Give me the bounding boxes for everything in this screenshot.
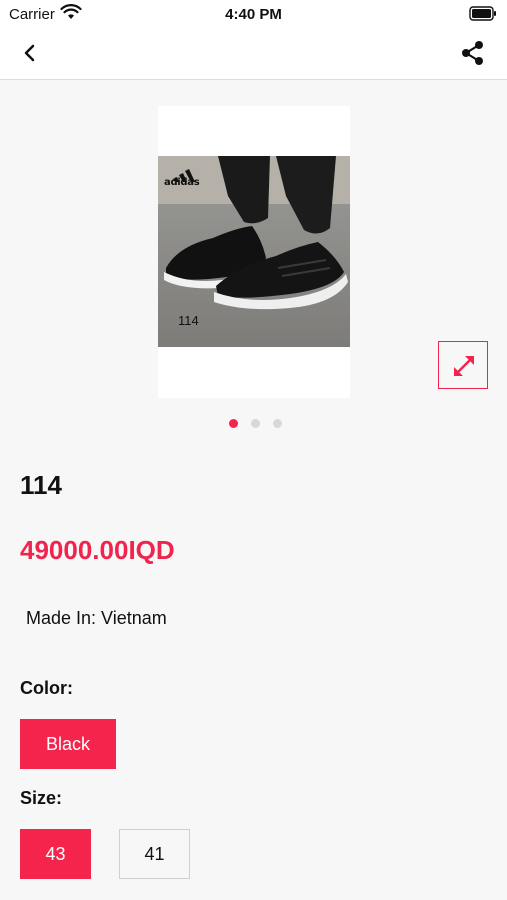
- pager-dot[interactable]: [251, 419, 260, 428]
- color-label: Color:: [20, 678, 73, 698]
- made-in-row: Made In: Vietnam: [26, 608, 167, 629]
- made-in-label: Made In:: [26, 608, 97, 628]
- share-icon[interactable]: [459, 39, 487, 67]
- product-price: 49000.00IQD: [20, 535, 175, 565]
- made-in-value: Vietnam: [101, 608, 167, 628]
- status-bar: Carrier 4:40 PM: [0, 0, 507, 28]
- pager-dot[interactable]: [229, 419, 238, 428]
- battery-icon: [469, 6, 496, 21]
- size-label: Size:: [20, 788, 63, 808]
- back-chevron-icon[interactable]: [18, 40, 44, 66]
- image-pager-dots: [0, 419, 507, 429]
- color-option-black[interactable]: Black: [20, 719, 116, 769]
- expand-image-button[interactable]: [438, 341, 488, 389]
- size-option-41[interactable]: 41: [119, 829, 190, 879]
- product-photo[interactable]: adidas 114: [158, 156, 350, 347]
- brand-text: adidas: [164, 177, 200, 188]
- product-image-card[interactable]: adidas 114: [158, 106, 350, 398]
- pager-dot[interactable]: [273, 419, 282, 428]
- size-option-43[interactable]: 43: [20, 829, 91, 879]
- image-label: 114: [178, 313, 199, 328]
- product-title: 114: [20, 470, 62, 500]
- expand-arrows-icon: [454, 356, 474, 376]
- clock: 4:40 PM: [225, 6, 282, 23]
- navigation-bar: [0, 28, 507, 80]
